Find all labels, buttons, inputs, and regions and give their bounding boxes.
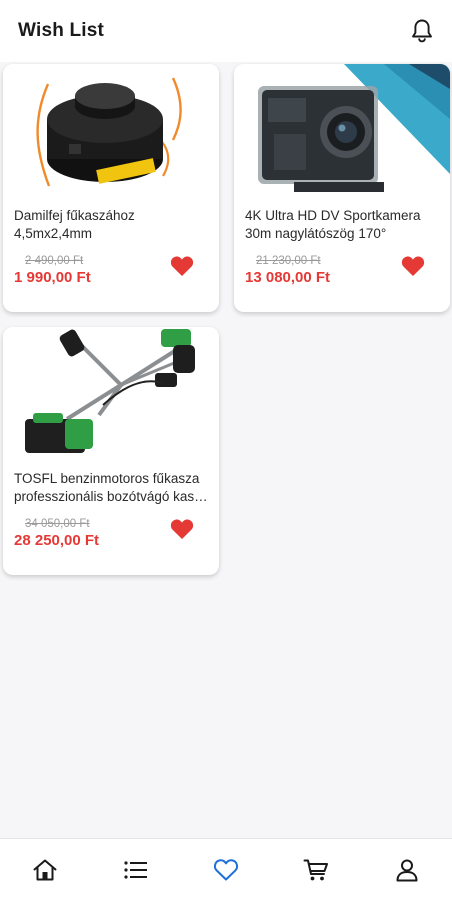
- old-price: 2 490,00 Ft: [25, 255, 84, 267]
- bottom-navigation: [0, 838, 452, 900]
- product-name-line-1: TOSFL benzinmotoros fűkasza: [14, 471, 200, 486]
- current-price: 28 250,00 Ft: [14, 532, 100, 549]
- product-name-line-2: 30m nagylátószög 170°: [245, 226, 387, 241]
- current-price: 1 990,00 Ft: [14, 269, 91, 286]
- product-card[interactable]: Damilfej fűkaszához 4,5mx2,4mm 2 490,00 …: [3, 64, 219, 312]
- page-title: Wish List: [18, 20, 105, 41]
- product-name-line-1: Damilfej fűkaszához: [14, 208, 135, 223]
- product-name: 4K Ultra HD DV Sportkamera 30m nagylátós…: [245, 207, 441, 243]
- product-name: Damilfej fűkaszához 4,5mx2,4mm: [14, 207, 210, 243]
- product-card[interactable]: 4K Ultra HD DV Sportkamera 30m nagylátós…: [234, 64, 450, 312]
- app-header: Wish List: [0, 0, 452, 62]
- heart-icon[interactable]: [204, 848, 248, 892]
- list-icon[interactable]: [114, 848, 158, 892]
- profile-icon[interactable]: [385, 848, 429, 892]
- heart-icon[interactable]: [400, 254, 426, 278]
- product-image: [3, 64, 219, 194]
- old-price: 21 230,00 Ft: [256, 255, 321, 267]
- product-card[interactable]: TOSFL benzinmotoros fűkasza professzioná…: [3, 327, 219, 575]
- product-name-line-1: 4K Ultra HD DV Sportkamera: [245, 208, 421, 223]
- product-image: [3, 327, 219, 457]
- product-name: TOSFL benzinmotoros fűkasza professzioná…: [14, 470, 210, 506]
- product-name-line-2: professzionális bozótvágó kasz...: [14, 489, 210, 504]
- old-price: 34 050,00 Ft: [25, 518, 90, 530]
- bell-icon[interactable]: [408, 17, 436, 45]
- product-image: [234, 64, 450, 194]
- heart-icon[interactable]: [169, 254, 195, 278]
- heart-icon[interactable]: [169, 517, 195, 541]
- cart-icon[interactable]: [294, 848, 338, 892]
- home-icon[interactable]: [23, 848, 67, 892]
- current-price: 13 080,00 Ft: [245, 269, 331, 286]
- product-name-line-2: 4,5mx2,4mm: [14, 226, 93, 241]
